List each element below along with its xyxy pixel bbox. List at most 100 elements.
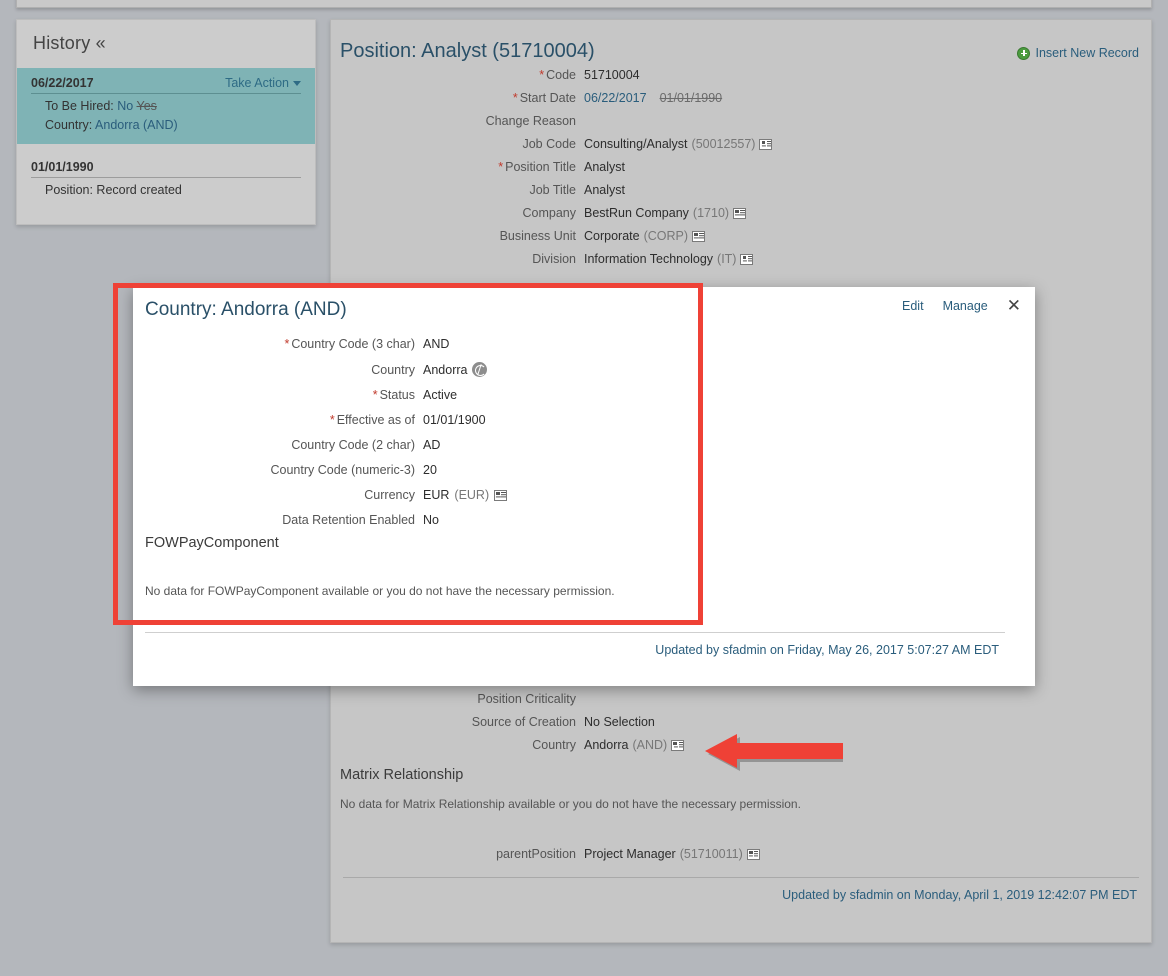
- history-panel: History « 06/22/2017 Take Action To Be H…: [16, 19, 316, 225]
- field-value: 06/22/2017 01/01/1990: [584, 91, 722, 105]
- field-row-source-of-creation: Source of Creation No Selection: [331, 715, 1151, 729]
- history-entry-header: 06/22/2017 Take Action: [31, 72, 301, 94]
- field-value: Analyst: [584, 183, 625, 197]
- history-entry[interactable]: 01/01/1990 Position: Record created: [31, 156, 301, 197]
- popup-row-status: * Status Active: [133, 388, 1035, 402]
- required-marker: *: [372, 388, 378, 402]
- field-row-company: Company BestRun Company (1710): [331, 206, 1151, 220]
- field-row-job-code: Job Code Consulting/Analyst (50012557): [331, 137, 1151, 151]
- field-row-parent-position: parentPosition Project Manager (51710011…: [331, 847, 1151, 861]
- position-field-list: * Code 51710004 * Start Date 06/22/2017 01…: [331, 68, 1151, 266]
- position-header: Position: Analyst (51710004) Insert New …: [331, 20, 1151, 68]
- insert-new-record-button[interactable]: Insert New Record: [1017, 46, 1139, 60]
- field-value: No: [423, 513, 439, 527]
- chevron-down-icon: [293, 81, 301, 87]
- history-entry-date: 01/01/1990: [31, 160, 94, 174]
- popup-footer-text: Updated by sfadmin on Friday, May 26, 20…: [655, 643, 999, 657]
- field-value: 51710004: [584, 68, 640, 82]
- country-lookup-icon[interactable]: [671, 739, 685, 751]
- take-action-button[interactable]: Take Action: [225, 76, 301, 90]
- field-label: Business Unit: [499, 229, 576, 243]
- history-change-value[interactable]: No: [117, 99, 133, 113]
- popup-divider: [145, 632, 1005, 633]
- field-label: Job Code: [522, 137, 576, 151]
- history-change-old-value: Yes: [136, 99, 157, 113]
- required-marker: *: [329, 413, 335, 427]
- popup-field-list: * Country Code (3 char) AND Country Andor…: [133, 337, 1035, 538]
- field-value: 01/01/1900: [423, 413, 486, 427]
- field-value: Information Technology (IT): [584, 252, 754, 266]
- position-lower-field-list: Position Criticality Source of Creation …: [331, 692, 1151, 902]
- top-panel-sliver: [16, 0, 1152, 8]
- field-label: Currency: [364, 488, 415, 502]
- popup-row-country-code-2: Country Code (2 char) AD: [133, 438, 1035, 452]
- field-value: Corporate (CORP): [584, 229, 706, 243]
- history-change-label: Country:: [45, 118, 93, 132]
- lookup-icon[interactable]: [494, 489, 508, 501]
- field-value: No Selection: [584, 715, 655, 729]
- field-value: Andorra (AND): [584, 738, 685, 752]
- field-row-position-criticality: Position Criticality: [331, 692, 1151, 706]
- required-marker: *: [498, 160, 504, 174]
- lookup-icon[interactable]: [759, 138, 773, 150]
- field-value: EUR (EUR): [423, 488, 508, 502]
- history-entry-header: 01/01/1990: [31, 156, 301, 178]
- field-label: Position Criticality: [477, 692, 576, 706]
- field-label: Country Code (2 char): [291, 438, 415, 452]
- field-value: 20: [423, 463, 437, 477]
- field-row-start-date: * Start Date 06/22/2017 01/01/1990: [331, 91, 1151, 105]
- popup-actions: Edit Manage ✕: [902, 297, 1021, 314]
- required-marker: *: [284, 337, 290, 351]
- field-label: * Code: [539, 68, 576, 82]
- close-icon[interactable]: ✕: [1007, 297, 1021, 314]
- field-label: * Country Code (3 char): [284, 337, 415, 351]
- field-label: Source of Creation: [471, 715, 576, 729]
- field-label: Country: [532, 738, 576, 752]
- lookup-icon[interactable]: [692, 230, 706, 242]
- history-change-value[interactable]: Andorra (AND): [95, 118, 178, 132]
- required-marker: *: [512, 91, 518, 105]
- field-value: Consulting/Analyst (50012557): [584, 137, 773, 151]
- lookup-icon[interactable]: [746, 848, 760, 860]
- field-label: Data Retention Enabled: [282, 513, 415, 527]
- field-value: BestRun Company (1710): [584, 206, 747, 220]
- field-value: AND: [423, 337, 450, 351]
- history-change-row: Position: Record created: [45, 183, 182, 197]
- fowpaycomponent-note: No data for FOWPayComponent available or…: [145, 584, 615, 598]
- country-detail-popup: Country: Andorra (AND) Edit Manage ✕ * Co…: [133, 287, 1035, 686]
- popup-title: Country: Andorra (AND): [145, 299, 347, 320]
- field-row-division: Division Information Technology (IT): [331, 252, 1151, 266]
- history-entry-active[interactable]: 06/22/2017 Take Action To Be Hired: No Y…: [17, 68, 315, 144]
- plus-circle-icon: [1017, 46, 1031, 60]
- field-row-position-title: * Position Title Analyst: [331, 160, 1151, 174]
- lookup-icon[interactable]: [740, 253, 754, 265]
- popup-row-data-retention: Data Retention Enabled No: [133, 513, 1035, 527]
- field-row-code: * Code 51710004: [331, 68, 1151, 82]
- field-value: Analyst: [584, 160, 625, 174]
- globe-icon[interactable]: [472, 362, 488, 377]
- popup-row-currency: Currency EUR (EUR): [133, 488, 1035, 502]
- field-value: Andorra: [423, 362, 488, 377]
- popup-row-country-code-numeric: Country Code (numeric-3) 20: [133, 463, 1035, 477]
- field-label: Country: [371, 362, 415, 377]
- edit-button[interactable]: Edit: [902, 299, 924, 313]
- start-date-current: 06/22/2017: [584, 91, 647, 105]
- start-date-previous: 01/01/1990: [659, 91, 723, 105]
- field-label: * Effective as of: [329, 413, 415, 427]
- page-title: Position: Analyst (51710004): [340, 40, 595, 62]
- popup-row-effective-as-of: * Effective as of 01/01/1900: [133, 413, 1035, 427]
- manage-button[interactable]: Manage: [943, 299, 988, 313]
- field-label: Job Title: [529, 183, 576, 197]
- field-label: * Status: [372, 388, 415, 402]
- field-value: Project Manager (51710011): [584, 847, 760, 861]
- take-action-label: Take Action: [225, 76, 289, 90]
- field-label: * Start Date: [512, 91, 576, 105]
- field-value: AD: [423, 438, 441, 452]
- field-row-business-unit: Business Unit Corporate (CORP): [331, 229, 1151, 243]
- field-label: Division: [532, 252, 576, 266]
- popup-row-country-code-3: * Country Code (3 char) AND: [133, 337, 1035, 351]
- lookup-icon[interactable]: [733, 207, 747, 219]
- field-label: Change Reason: [485, 114, 576, 128]
- field-label: * Position Title: [498, 160, 576, 174]
- field-value: Active: [423, 388, 458, 402]
